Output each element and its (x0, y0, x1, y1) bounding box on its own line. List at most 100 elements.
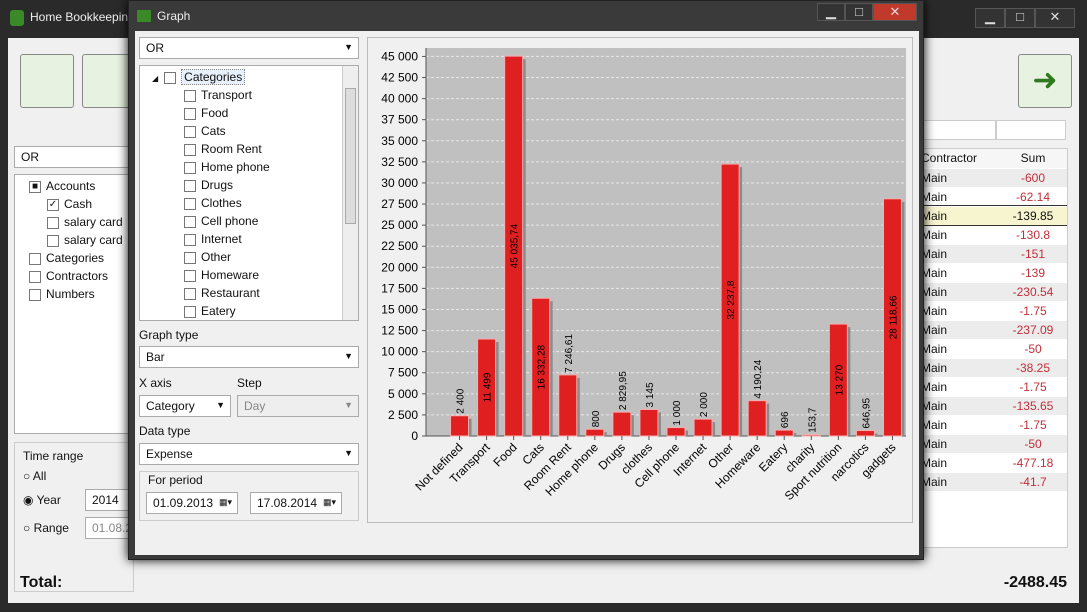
checkbox[interactable] (184, 125, 196, 138)
tree-item[interactable]: Transport (152, 86, 358, 104)
checkbox[interactable] (29, 288, 41, 301)
tree-item[interactable]: Cats (152, 122, 358, 140)
tree-item[interactable]: Contractors (29, 267, 133, 285)
table-row[interactable]: Main -130.8 (917, 225, 1067, 245)
table-row[interactable]: Main -230.54 (917, 282, 1067, 302)
bar[interactable] (855, 430, 875, 437)
tree-scrollbar[interactable] (342, 66, 358, 320)
tree-item[interactable]: Food (152, 104, 358, 122)
tree-item[interactable]: Restaurant (152, 284, 358, 302)
bar[interactable] (450, 415, 470, 437)
x-axis-combo[interactable]: Category ▼ (139, 395, 231, 417)
bar[interactable] (639, 408, 659, 437)
graph-minimize-button[interactable]: ▁ (817, 3, 845, 21)
checkbox[interactable] (29, 270, 41, 283)
radio-all[interactable]: ○ All (23, 469, 46, 483)
checkbox[interactable] (184, 161, 196, 174)
graph-type-combo[interactable]: Bar ▼ (139, 346, 359, 368)
table-row[interactable]: Main -135.65 (917, 396, 1067, 416)
checkbox[interactable] (184, 107, 196, 120)
data-type-combo[interactable]: Expense ▼ (139, 443, 359, 465)
checkbox[interactable] (184, 233, 196, 246)
checkbox[interactable] (184, 179, 196, 192)
checkbox[interactable] (184, 215, 196, 228)
table-row[interactable]: Main -477.18 (917, 453, 1067, 473)
table-row[interactable]: Main -50 (917, 339, 1067, 359)
tree-item[interactable]: Drugs (152, 176, 358, 194)
close-button[interactable]: ✕ (1035, 8, 1075, 28)
tree-item[interactable]: Eatery (152, 302, 358, 320)
tree-item[interactable]: Room Rent (152, 140, 358, 158)
bar[interactable] (801, 434, 821, 437)
checkbox[interactable] (184, 143, 196, 156)
column-header-contractor[interactable]: Contractor (917, 149, 999, 169)
bar[interactable] (666, 427, 686, 437)
tree-item[interactable]: Cell phone (152, 212, 358, 230)
tree-item[interactable]: ✓ Cash (29, 195, 133, 213)
tree-item[interactable]: Internet (152, 230, 358, 248)
table-row[interactable]: Main -139 (917, 263, 1067, 283)
checkbox[interactable] (184, 89, 196, 102)
tree-item[interactable]: Clothes (152, 194, 358, 212)
exit-icon[interactable]: ➜ (1018, 54, 1072, 108)
bar[interactable] (693, 418, 713, 437)
checkbox[interactable] (184, 305, 196, 318)
expand-icon[interactable]: ◢ (152, 74, 158, 83)
checkbox[interactable] (47, 234, 59, 247)
tree-item[interactable]: Other (152, 248, 358, 266)
tree-item[interactable]: salary card (29, 231, 133, 249)
filter-mode-combo[interactable]: OR ▼ (139, 37, 359, 59)
checkbox[interactable] (184, 251, 196, 264)
table-row[interactable]: Main -41.7 (917, 472, 1067, 492)
x-tick-label: Food (491, 440, 520, 469)
graph-close-button[interactable]: ✕ (873, 3, 917, 21)
date-from-picker[interactable]: 01.09.2013 ▦▾ (146, 492, 238, 514)
minimize-button[interactable]: ▁ (975, 8, 1005, 28)
date-to-picker[interactable]: 17.08.2014 ▦▾ (250, 492, 342, 514)
radio-year[interactable]: ◉ Year (23, 493, 61, 507)
tree-item[interactable]: Homeware (152, 266, 358, 284)
checkbox[interactable] (184, 197, 196, 210)
table-row[interactable]: Main -139.85 (917, 205, 1067, 226)
checkbox[interactable]: ✓ (47, 198, 59, 211)
graph-maximize-button[interactable]: □ (845, 3, 873, 21)
filter-combo[interactable]: OR (14, 146, 134, 168)
tree-item-categories[interactable]: ◢ Categories (152, 68, 358, 86)
add-database-icon[interactable] (20, 54, 74, 108)
range-start-input[interactable]: 01.08.2014 (85, 517, 131, 539)
table-row[interactable]: Main -1.75 (917, 301, 1067, 321)
bar[interactable] (612, 411, 632, 437)
table-row[interactable]: Main -237.09 (917, 320, 1067, 340)
radio-range[interactable]: ○ Range (23, 521, 69, 535)
filter-field[interactable] (916, 120, 996, 140)
table-row[interactable]: Main -151 (917, 244, 1067, 264)
column-header-sum[interactable]: Sum (999, 149, 1067, 169)
tree-item[interactable]: Home phone (152, 158, 358, 176)
maximize-button[interactable]: □ (1005, 8, 1035, 28)
table-row[interactable]: Main -38.25 (917, 358, 1067, 378)
table-row[interactable]: Main -600 (917, 168, 1067, 188)
bar[interactable] (585, 428, 605, 437)
table-row[interactable]: Main -62.14 (917, 187, 1067, 207)
checkbox[interactable] (164, 71, 177, 84)
checkbox[interactable] (29, 252, 41, 265)
bar[interactable] (558, 374, 578, 437)
checkbox[interactable] (184, 287, 196, 300)
tree-item[interactable]: Numbers (29, 285, 133, 303)
checkbox[interactable] (47, 216, 59, 229)
step-combo[interactable]: Day ▼ (237, 395, 359, 417)
checkbox[interactable] (184, 269, 196, 282)
tree-item-label: Cell phone (201, 214, 259, 228)
radio-all-label: All (32, 469, 47, 483)
year-input[interactable]: 2014 (85, 489, 131, 511)
bar[interactable] (774, 429, 794, 437)
table-row[interactable]: Main -1.75 (917, 415, 1067, 435)
table-row[interactable]: Main -50 (917, 434, 1067, 454)
checkbox[interactable]: ■ (29, 180, 41, 193)
tree-item[interactable]: salary card (29, 213, 133, 231)
bar[interactable] (747, 400, 767, 437)
tree-item[interactable]: Categories (29, 249, 133, 267)
filter-field[interactable] (996, 120, 1066, 140)
table-row[interactable]: Main -1.75 (917, 377, 1067, 397)
tree-item[interactable]: ■ Accounts (29, 177, 133, 195)
